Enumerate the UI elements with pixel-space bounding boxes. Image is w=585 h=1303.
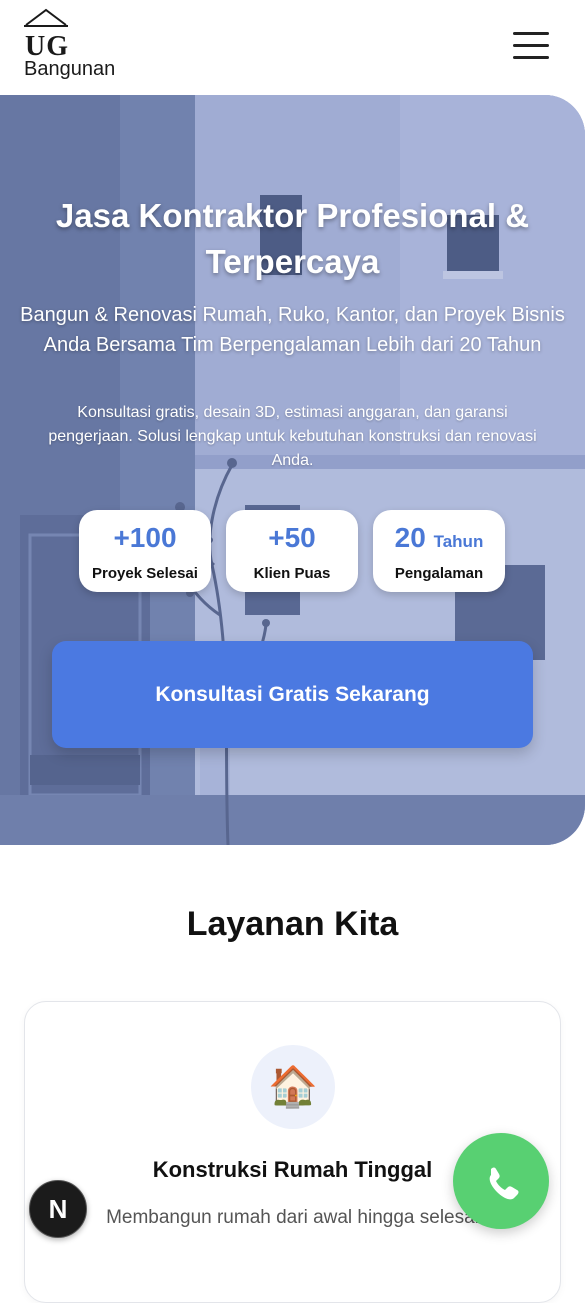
hero-subtitle: Bangun & Renovasi Rumah, Ruko, Kantor, d… [20, 304, 565, 356]
hero-description: Konsultasi gratis, desain 3D, estimasi a… [48, 404, 537, 469]
stat-label: Klien Puas [253, 565, 331, 582]
house-icon: 🏠 [251, 1045, 335, 1129]
services-section-title: Layanan Kita [186, 905, 399, 943]
dev-badge-n-icon[interactable]: N [29, 1180, 87, 1238]
hamburger-menu-icon[interactable] [509, 29, 551, 63]
stat-value: 20 Tahun [394, 522, 484, 553]
free-consultation-button[interactable]: Konsultasi Gratis Sekarang [52, 641, 533, 748]
hero-title: Jasa Kontraktor Profesional & Terpercaya [55, 197, 530, 280]
stat-card-clients: +50 Klien Puas [226, 510, 358, 592]
stat-value: +100 [113, 522, 177, 553]
stat-label: Pengalaman [394, 565, 484, 582]
brand-logo[interactable]: UG Bangunan [24, 8, 134, 84]
stat-card-projects: +100 Proyek Selesai [79, 510, 211, 592]
hero-content: Jasa Kontraktor Profesional & Terpercaya… [0, 95, 585, 845]
phone-icon [489, 1167, 519, 1200]
hero-section: Jasa Kontraktor Profesional & Terpercaya… [0, 95, 585, 845]
stat-value: +50 [268, 522, 316, 553]
brand-name: Bangunan [24, 58, 116, 80]
stat-unit: Tahun [433, 532, 484, 551]
phone-call-button[interactable] [453, 1133, 549, 1229]
site-header: UG Bangunan [0, 0, 585, 95]
stat-card-experience: 20 Tahun Pengalaman [373, 510, 505, 592]
roof-icon [24, 8, 68, 27]
stat-label: Proyek Selesai [92, 565, 198, 582]
